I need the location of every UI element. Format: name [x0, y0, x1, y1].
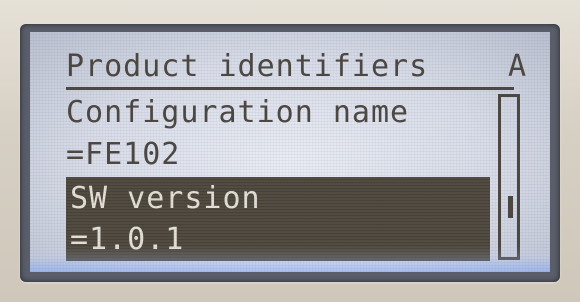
page-title: Product identifiers [66, 49, 429, 84]
item-label-sw-version[interactable]: SW version [70, 184, 261, 214]
lcd-display: Product identifiers A Configuration name… [30, 32, 550, 272]
item-label-configuration-name[interactable]: Configuration name [66, 98, 409, 128]
title-divider [66, 87, 514, 90]
item-value-configuration-name: =FE102 [66, 137, 181, 172]
scrollbar[interactable] [498, 94, 520, 260]
scrollbar-thumb[interactable] [508, 196, 513, 218]
item-value-sw-version: =1.0.1 [70, 222, 185, 257]
page-indicator: A [508, 49, 528, 84]
